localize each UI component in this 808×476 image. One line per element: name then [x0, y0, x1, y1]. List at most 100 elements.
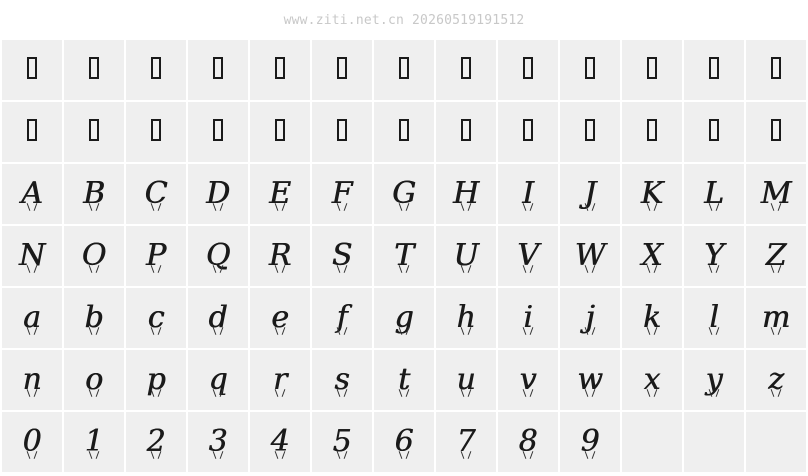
glyph-char: 8 — [518, 424, 538, 459]
glyph-cell: Z — [746, 226, 806, 286]
grass-tuft-icon — [521, 327, 535, 335]
grass-tuft-icon — [583, 265, 597, 273]
glyph-cell: b — [64, 288, 124, 348]
grass-tuft-icon — [25, 451, 39, 459]
glyph-char: X — [641, 238, 663, 273]
glyph-cell: 2 — [126, 412, 186, 472]
glyph-cell: q — [188, 350, 248, 410]
glyph-char: j — [585, 303, 594, 333]
glyph-cell: C — [126, 164, 186, 224]
grass-tuft-icon — [707, 203, 721, 211]
glyph-cell: Y — [684, 226, 744, 286]
grass-tuft-icon — [335, 265, 349, 273]
glyph-cell: z — [746, 350, 806, 410]
glyph-cell: 3 — [188, 412, 248, 472]
missing-glyph-cell — [436, 40, 496, 100]
grass-tuft-icon — [707, 389, 721, 397]
glyph-char: E — [269, 176, 291, 211]
missing-glyph-cell — [188, 102, 248, 162]
glyph-cell: e — [250, 288, 310, 348]
glyph-char: Z — [765, 238, 787, 273]
missing-glyph-box-icon — [647, 57, 657, 83]
grass-tuft-icon — [397, 265, 411, 273]
glyph-cell: 0 — [2, 412, 62, 472]
glyph-cell: h — [436, 288, 496, 348]
missing-glyph-box-icon — [27, 119, 37, 145]
glyph-char: 6 — [394, 424, 414, 459]
missing-glyph-box-icon — [275, 119, 285, 145]
glyph-char: T — [393, 238, 414, 273]
glyph-char: w — [577, 362, 603, 397]
missing-glyph-box-icon — [461, 57, 471, 83]
glyph-cell: L — [684, 164, 744, 224]
grass-tuft-icon — [583, 327, 597, 335]
glyph-cell: 4 — [250, 412, 310, 472]
glyph-char: r — [272, 362, 288, 397]
empty-glyph-cell — [746, 412, 806, 472]
glyph-char: 9 — [580, 424, 600, 459]
glyph-char: R — [268, 238, 292, 273]
glyph-grid: A B C D E F G H I J K L M NO P Q R S T U VWX Y Za b c d e f g h i j k l m n… — [2, 40, 808, 474]
glyph-cell: F — [312, 164, 372, 224]
glyph-char: q — [208, 362, 228, 397]
grass-tuft-icon — [459, 327, 473, 335]
glyph-cell: 1 — [64, 412, 124, 472]
glyph-char: u — [456, 362, 476, 397]
glyph-char: V — [517, 238, 539, 273]
glyph-cell: i — [498, 288, 558, 348]
glyph-char: d — [208, 300, 228, 335]
glyph-cell: 6 — [374, 412, 434, 472]
glyph-char: I — [522, 176, 534, 211]
grass-tuft-icon — [25, 203, 39, 211]
grass-tuft-icon — [149, 389, 163, 397]
empty-glyph-cell — [684, 412, 744, 472]
glyph-cell: B — [64, 164, 124, 224]
glyph-char: g — [394, 300, 414, 335]
glyph-cell: T — [374, 226, 434, 286]
grass-tuft-icon — [273, 451, 287, 459]
glyph-cell: j — [560, 288, 620, 348]
glyph-cell: A — [2, 164, 62, 224]
glyph-char: N — [18, 238, 46, 273]
glyph-cell: m — [746, 288, 806, 348]
grass-tuft-icon — [211, 265, 225, 273]
glyph-cell: w — [560, 350, 620, 410]
glyph-cell: U — [436, 226, 496, 286]
glyph-cell: P — [126, 226, 186, 286]
glyph-char: l — [709, 303, 719, 333]
missing-glyph-box-icon — [771, 57, 781, 83]
grass-tuft-icon — [645, 265, 659, 273]
missing-glyph-cell — [250, 40, 310, 100]
glyph-char: 5 — [332, 424, 352, 459]
glyph-char: 4 — [270, 424, 290, 459]
glyph-cell: K — [622, 164, 682, 224]
glyph-char: 1 — [84, 424, 104, 459]
grass-tuft-icon — [25, 389, 39, 397]
glyph-char: Y — [704, 238, 724, 273]
glyph-cell: a — [2, 288, 62, 348]
glyph-char: s — [334, 362, 350, 397]
grass-tuft-icon — [25, 327, 39, 335]
glyph-cell: o — [64, 350, 124, 410]
glyph-char: Q — [205, 238, 231, 273]
missing-glyph-cell — [560, 102, 620, 162]
missing-glyph-cell — [312, 102, 372, 162]
glyph-char: f — [336, 300, 348, 335]
missing-glyph-box-icon — [585, 57, 595, 83]
glyph-char: n — [22, 362, 42, 397]
glyph-cell: s — [312, 350, 372, 410]
glyph-char: A — [21, 176, 43, 211]
missing-glyph-cell — [498, 102, 558, 162]
missing-glyph-cell — [2, 102, 62, 162]
glyph-cell: W — [560, 226, 620, 286]
missing-glyph-cell — [126, 102, 186, 162]
glyph-char: o — [84, 362, 104, 397]
glyph-char: D — [205, 176, 231, 211]
glyph-cell: X — [622, 226, 682, 286]
glyph-char: U — [453, 238, 479, 273]
glyph-char: a — [23, 300, 41, 335]
glyph-cell: 8 — [498, 412, 558, 472]
glyph-char: x — [643, 362, 661, 397]
missing-glyph-cell — [684, 40, 744, 100]
glyph-cell: n — [2, 350, 62, 410]
